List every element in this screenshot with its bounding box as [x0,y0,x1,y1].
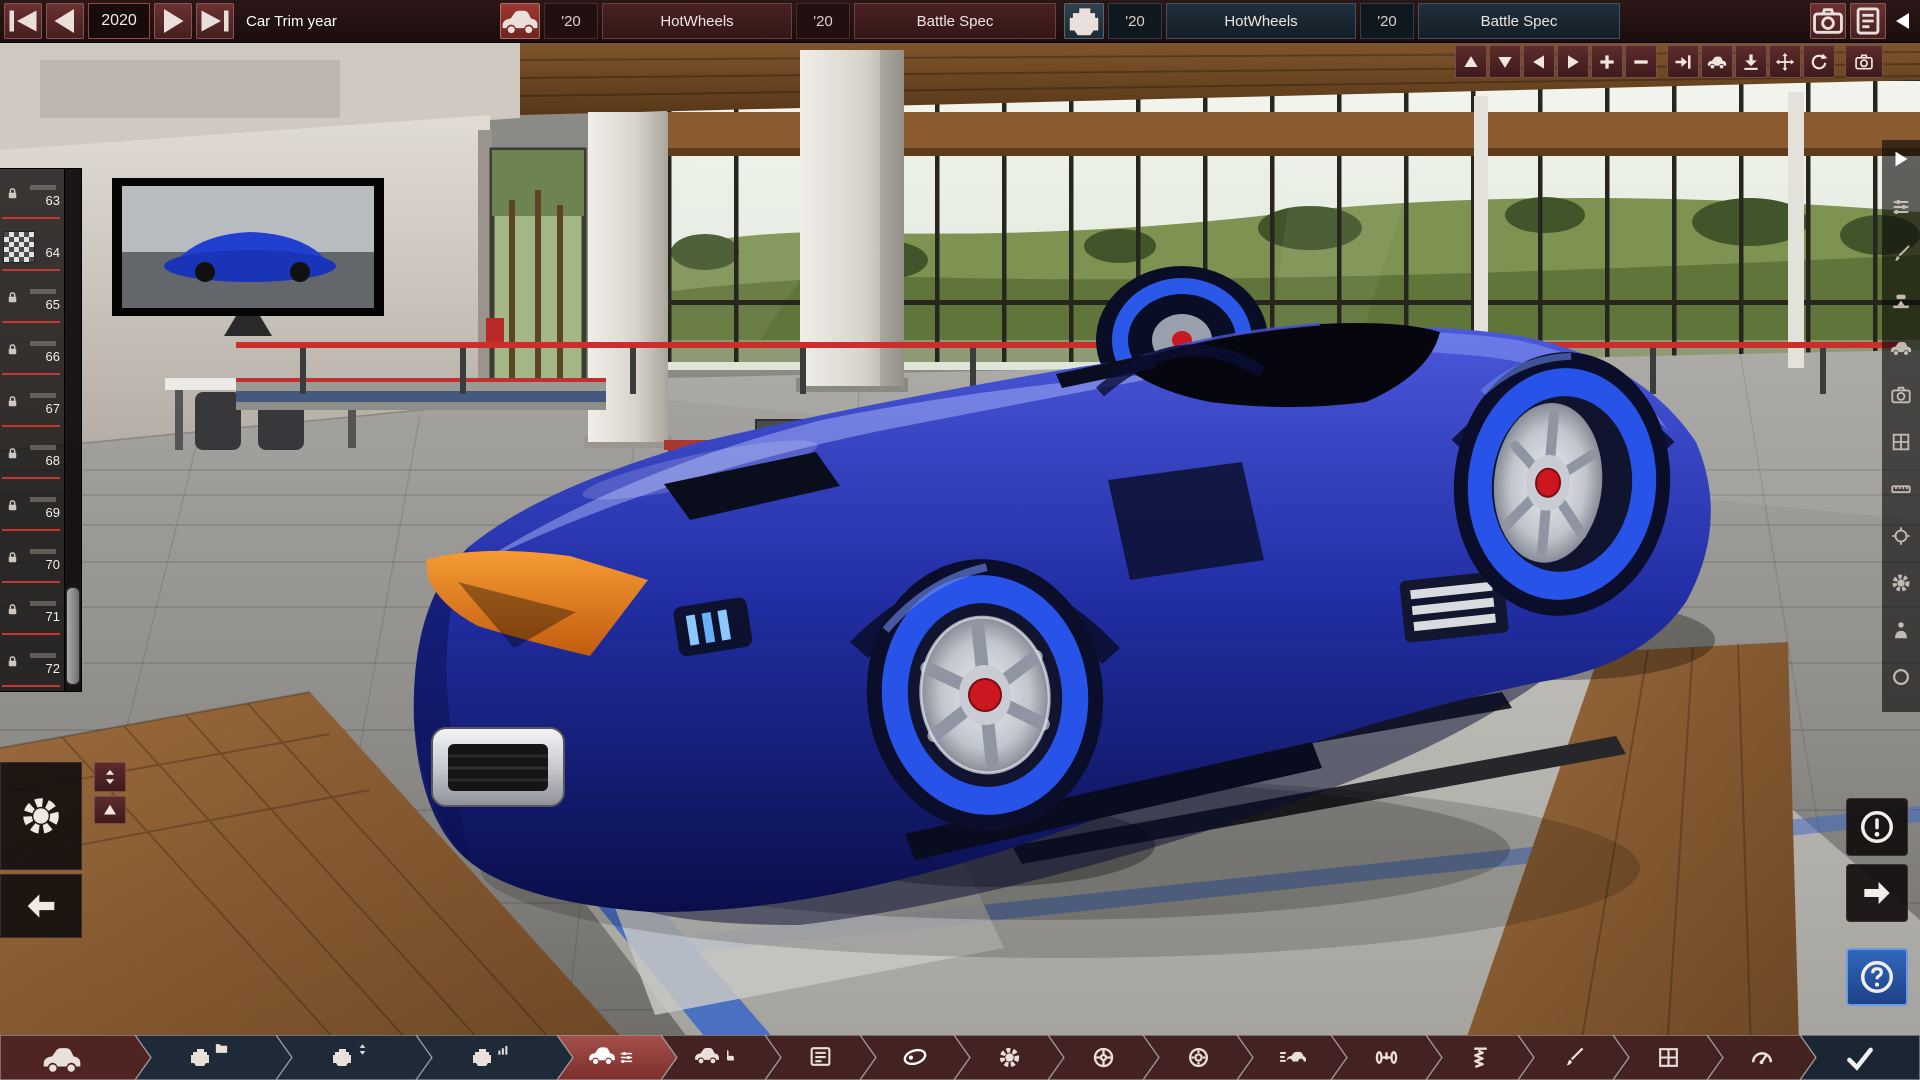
designer-tab-bar [0,1035,1920,1080]
tab-wheels[interactable] [1048,1035,1159,1080]
ruler-button[interactable] [1890,478,1912,500]
front-grille [432,728,564,806]
car-designer-icon-button[interactable] [500,3,540,39]
tab-engine-parts[interactable] [276,1035,432,1080]
car-model-year-badge: '20 [544,3,598,39]
vehicle-view-button[interactable] [1701,45,1733,78]
layer-row[interactable]: 64 [0,221,64,273]
tab-engine-tune[interactable] [416,1035,573,1080]
engine-family-button[interactable]: HotWheels [1166,3,1356,39]
notes-button[interactable] [1850,3,1886,39]
automation-car-designer: 2020 Car Trim year '20 HotWheels '20 Bat… [0,0,1920,1080]
car-model-button[interactable]: HotWheels [602,3,792,39]
layer-row[interactable]: 66 [0,325,64,377]
nudge-up-button[interactable] [1455,45,1487,78]
viewport-tool-strip [1882,140,1920,712]
raise-button[interactable] [94,796,126,824]
fixture-layer-list[interactable]: 63 64 65 66 67 68 69 70 71 72 [0,168,82,692]
car-lift-button[interactable] [1890,290,1912,312]
engine-designer-icon-button[interactable] [1064,3,1104,39]
undo-button[interactable] [1890,3,1916,39]
expand-panel-button[interactable] [1890,148,1912,170]
nudge-right-button[interactable] [1557,45,1589,78]
tab-testing[interactable] [1707,1035,1816,1080]
warnings-button[interactable] [1846,798,1908,856]
target-button[interactable] [1890,525,1912,547]
next-step-button[interactable] [1846,864,1908,922]
move-tool-button[interactable] [1769,45,1801,78]
tab-finish[interactable] [1800,1035,1920,1080]
zoom-out-button[interactable] [1625,45,1657,78]
layer-row[interactable]: 63 [0,169,64,221]
tab-fixtures[interactable] [860,1035,970,1080]
photo-mode-button[interactable] [1810,3,1846,39]
trim-year-value[interactable]: 2020 [88,3,150,39]
drop-to-ground-button[interactable] [1735,45,1767,78]
nudge-left-button[interactable] [1523,45,1555,78]
layer-row[interactable]: 71 [0,585,64,637]
ring-button[interactable] [1890,666,1912,688]
trim-year-first-button[interactable] [4,3,42,39]
engine-variant-year-badge: '20 [1360,3,1414,39]
camera-button[interactable] [1890,384,1912,406]
tv-screen [112,178,384,336]
tab-interior[interactable] [661,1035,781,1080]
layer-row[interactable]: 72 [0,637,64,689]
nudge-down-button[interactable] [1489,45,1521,78]
gear-button[interactable] [1890,572,1912,594]
trim-year-prev-button[interactable] [46,3,84,39]
walk-person-button[interactable] [1890,619,1912,641]
settings-gear-button[interactable] [0,762,82,870]
car-trim-button[interactable]: Battle Spec [854,3,1056,39]
scrollbar-thumb[interactable] [66,587,80,685]
raise-lower-button[interactable] [94,762,126,792]
layer-row[interactable]: 67 [0,377,64,429]
tab-car-design[interactable] [557,1035,677,1080]
adjust-sliders-button[interactable] [1890,196,1912,218]
back-button[interactable] [0,874,82,938]
layer-row[interactable]: 68 [0,429,64,481]
car-trim-year-badge: '20 [796,3,850,39]
trim-year-label: Car Trim year [246,0,337,42]
top-bar: 2020 Car Trim year '20 HotWheels '20 Bat… [0,0,1920,43]
help-button[interactable] [1846,948,1908,1006]
trim-year-next-button[interactable] [154,3,192,39]
engine-variant-button[interactable]: Battle Spec [1418,3,1620,39]
design-sliders-icon [621,1052,632,1063]
engine-family-year-badge: '20 [1108,3,1162,39]
layer-row[interactable]: 65 [0,273,64,325]
layer-row[interactable]: 69 [0,481,64,533]
layer-row[interactable]: 70 [0,533,64,585]
showroom-viewport[interactable] [0,0,1920,1080]
paint-brush-button[interactable] [1890,243,1912,265]
tab-engine-family[interactable] [135,1035,292,1080]
tab-brakes[interactable] [1143,1035,1253,1080]
zoom-in-button[interactable] [1591,45,1623,78]
snap-to-surface-button[interactable] [1667,45,1699,78]
car-body-button[interactable] [1890,337,1912,359]
grid-button[interactable] [1890,431,1912,453]
trim-year-last-button[interactable] [196,3,234,39]
